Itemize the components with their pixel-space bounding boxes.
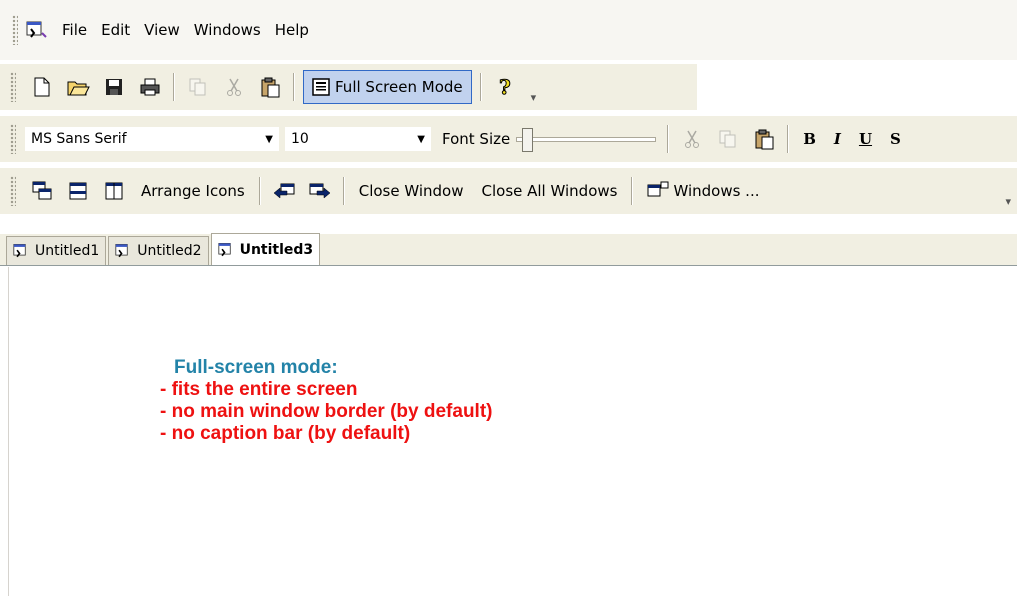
- chevron-down-icon: ▼: [265, 133, 273, 145]
- print-icon[interactable]: [135, 71, 165, 103]
- toolbar-grip[interactable]: [10, 176, 16, 206]
- windows-toolbar: Arrange Icons Close Window Close All Win…: [0, 168, 1017, 214]
- info-line: - fits the entire screen: [160, 379, 358, 400]
- toolbar-overflow-icon[interactable]: ▾: [1005, 195, 1011, 208]
- menu-edit[interactable]: Edit: [101, 21, 130, 39]
- separator: [293, 73, 295, 101]
- windows-list-label: Windows ...: [673, 182, 760, 200]
- slider-thumb[interactable]: [522, 128, 534, 152]
- info-heading: Full-screen mode:: [174, 357, 338, 378]
- tile-vertical-icon[interactable]: [99, 175, 129, 207]
- separator: [787, 125, 790, 153]
- menu-bar: File Edit View Windows Help: [0, 0, 1017, 60]
- tile-horizontal-icon[interactable]: [63, 175, 93, 207]
- separator: [342, 177, 345, 205]
- cut-icon[interactable]: [677, 123, 707, 155]
- document-icon: [115, 244, 128, 258]
- copy-icon[interactable]: [183, 71, 213, 103]
- tab-label: Untitled3: [239, 241, 314, 258]
- menu-help[interactable]: Help: [275, 21, 309, 39]
- toolbar-overflow-icon[interactable]: ▾: [531, 91, 537, 104]
- separator: [173, 73, 175, 101]
- windows-list-icon: [647, 181, 669, 197]
- cascade-icon[interactable]: [27, 175, 57, 207]
- document-area[interactable]: Full-screen mode: - fits the entire scre…: [0, 267, 1017, 596]
- new-file-icon[interactable]: [27, 71, 57, 103]
- chevron-down-icon: ▼: [417, 133, 425, 145]
- separator: [479, 73, 482, 101]
- svg-text:?: ?: [499, 76, 511, 98]
- font-size-value: 10: [291, 131, 309, 147]
- info-line: - no caption bar (by default): [160, 423, 411, 444]
- info-text: Full-screen mode: - fits the entire scre…: [160, 357, 493, 445]
- separator: [631, 177, 634, 205]
- tab-label: Untitled2: [137, 243, 202, 259]
- separator: [667, 125, 670, 153]
- info-line: - no main window border (by default): [160, 401, 493, 422]
- document-icon: [13, 244, 26, 258]
- close-window-button[interactable]: Close Window: [353, 175, 470, 207]
- font-name-select[interactable]: MS Sans Serif ▼: [24, 126, 280, 152]
- cut-icon[interactable]: [219, 71, 249, 103]
- tab-untitled2[interactable]: Untitled2: [108, 236, 209, 265]
- open-folder-icon[interactable]: [63, 71, 93, 103]
- menu-grip[interactable]: [12, 15, 18, 45]
- font-size-select[interactable]: 10 ▼: [284, 126, 432, 152]
- toolbar-grip[interactable]: [10, 124, 16, 154]
- paste-icon[interactable]: [749, 123, 779, 155]
- tab-untitled3[interactable]: Untitled3: [210, 233, 321, 265]
- strikethrough-icon[interactable]: S: [890, 130, 901, 148]
- previous-window-icon[interactable]: [269, 175, 299, 207]
- close-all-windows-button[interactable]: Close All Windows: [476, 175, 624, 207]
- slider-track: [516, 137, 657, 142]
- document-tabs: Untitled1 Untitled2 Untitled3: [0, 233, 1017, 266]
- app-icon[interactable]: [26, 21, 48, 39]
- copy-icon[interactable]: [713, 123, 743, 155]
- font-name-value: MS Sans Serif: [31, 131, 127, 147]
- font-size-label: Font Size: [442, 130, 511, 148]
- underline-button[interactable]: U: [859, 130, 872, 148]
- full-screen-mode-button[interactable]: Full Screen Mode: [303, 70, 472, 104]
- help-icon[interactable]: ?: [490, 71, 520, 103]
- menu-file[interactable]: File: [62, 21, 87, 39]
- tab-label: Untitled1: [35, 243, 100, 259]
- toolbar-grip[interactable]: [10, 72, 16, 102]
- standard-toolbar: Full Screen Mode ? ▾: [0, 64, 697, 110]
- document-border: [8, 267, 9, 596]
- bold-button[interactable]: B: [803, 130, 816, 148]
- italic-button[interactable]: I: [834, 130, 841, 148]
- separator: [258, 177, 261, 205]
- font-size-slider[interactable]: [516, 125, 657, 153]
- format-toolbar: MS Sans Serif ▼ 10 ▼ Font Size B I U S: [0, 116, 1017, 162]
- menu-windows[interactable]: Windows: [194, 21, 261, 39]
- menu-view[interactable]: View: [144, 21, 180, 39]
- arrange-icons-button[interactable]: Arrange Icons: [135, 175, 251, 207]
- tab-untitled1[interactable]: Untitled1: [6, 236, 107, 265]
- full-screen-label: Full Screen Mode: [335, 78, 463, 96]
- full-screen-icon: [312, 78, 330, 96]
- next-window-icon[interactable]: [305, 175, 335, 207]
- windows-list-button[interactable]: Windows ...: [641, 175, 765, 207]
- save-icon[interactable]: [99, 71, 129, 103]
- paste-icon[interactable]: [255, 71, 285, 103]
- document-icon: [218, 242, 231, 256]
